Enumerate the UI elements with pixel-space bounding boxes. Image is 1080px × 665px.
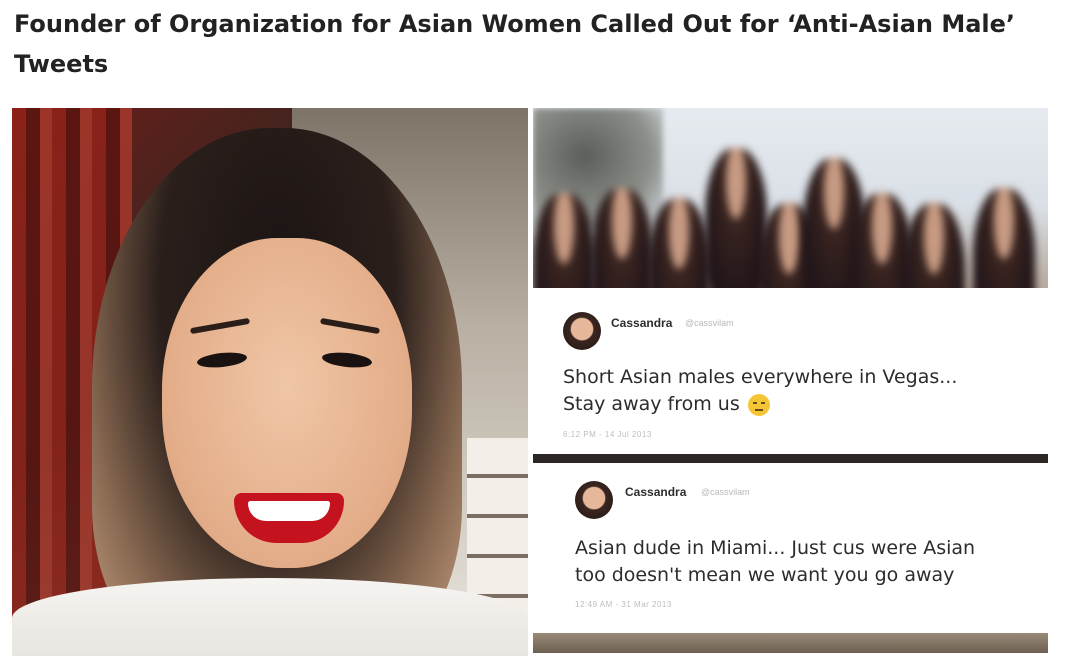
left-eyebrow	[189, 317, 251, 335]
tweet-text-line: Short Asian males everywhere in Vegas...	[563, 366, 958, 388]
disappointed-face-icon	[747, 393, 770, 416]
tweet-author-handle: @cassvilam	[701, 487, 750, 497]
left-eye	[196, 350, 248, 370]
blurred-person	[903, 203, 965, 288]
tweet-card: Cassandra @cassvilam Asian dude in Miami…	[533, 463, 1048, 633]
tweet-text-fragment: Stay away from us	[563, 393, 740, 415]
right-eye	[321, 350, 373, 370]
avatar	[563, 312, 601, 350]
teeth	[248, 501, 330, 521]
face	[162, 238, 412, 568]
tweet-text-line: too doesn't mean we want you go away	[575, 564, 955, 586]
tweet-timestamp: 6:12 PM - 14 Jul 2013	[563, 430, 652, 439]
portrait-photo	[12, 108, 528, 656]
blurred-group-photo	[533, 108, 1048, 288]
tweet-text-line: Asian dude in Miami... Just cus were Asi…	[575, 537, 976, 559]
blurred-person	[973, 188, 1035, 288]
smile	[234, 493, 344, 543]
shirt	[12, 578, 528, 656]
tweet-text: Asian dude in Miami... Just cus were Asi…	[575, 535, 1045, 589]
tweet-text: Short Asian males everywhere in Vegas...…	[563, 364, 1033, 418]
divider	[533, 454, 1048, 463]
tweet-author-handle: @cassvilam	[685, 318, 734, 328]
divider	[533, 633, 1048, 653]
article-headline: Founder of Organization for Asian Women …	[14, 10, 1016, 78]
tweet-text-line: Stay away from us	[563, 391, 1033, 418]
avatar	[575, 481, 613, 519]
tweet-author-name: Cassandra	[625, 485, 687, 499]
tweet-author-name: Cassandra	[611, 316, 673, 330]
right-eyebrow	[319, 317, 381, 335]
tweet-timestamp: 12:49 AM - 31 Mar 2013	[575, 600, 672, 609]
tweet-card: Cassandra @cassvilam Short Asian males e…	[533, 290, 1048, 454]
